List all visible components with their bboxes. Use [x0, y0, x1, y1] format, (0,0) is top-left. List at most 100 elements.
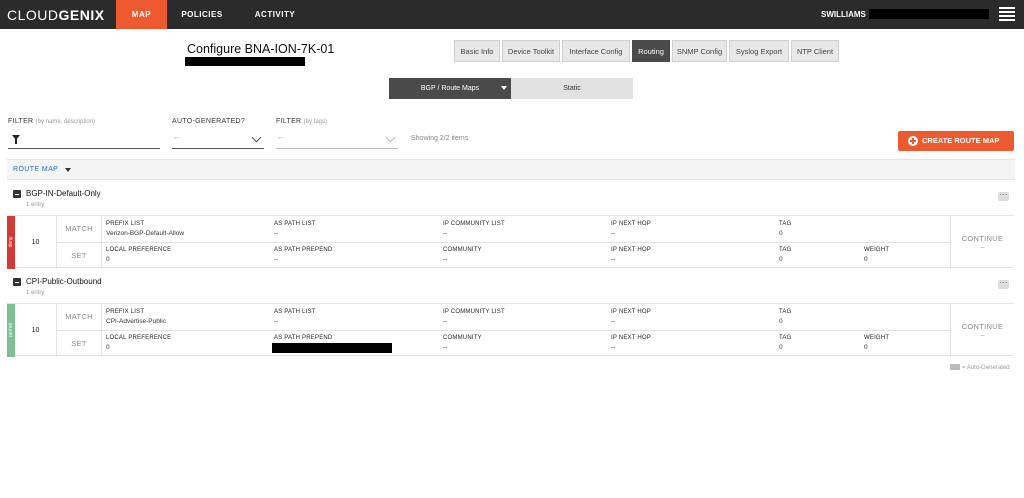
- entry-count: 1 entry: [26, 290, 45, 296]
- showing-count: Showing 2/2 items: [411, 135, 469, 142]
- set-ip-next-hop-value: --: [611, 256, 616, 263]
- route-map-header: ROUTE MAP: [7, 159, 1015, 180]
- as-path-list-header: AS PATH LIST: [274, 221, 316, 227]
- match-label: MATCH: [65, 224, 93, 233]
- ip-community-list-header: IP COMMUNITY LIST: [443, 309, 505, 315]
- redacted-block: [272, 343, 392, 353]
- tab-syslog-export[interactable]: Syslog Export: [729, 40, 789, 62]
- hamburger-menu-icon[interactable]: [999, 7, 1015, 21]
- username[interactable]: SWILLIAMS: [821, 10, 866, 19]
- route-map-entry: deny 10 MATCH SET PREFIX LIST Verizon-BG…: [7, 215, 1013, 269]
- local-preference-value: 0: [106, 344, 110, 351]
- entry-count: 1 entry: [26, 202, 45, 208]
- set-ip-next-hop-header: IP NEXT HOP: [611, 247, 651, 253]
- tab-basic-info[interactable]: Basic Info: [454, 40, 500, 62]
- create-route-map-button[interactable]: CREATE ROUTE MAP: [898, 131, 1014, 151]
- tag-value: 0: [779, 318, 783, 325]
- ip-community-list-value: --: [443, 318, 448, 325]
- continue-value: --: [980, 332, 985, 339]
- ip-community-list-value: --: [443, 230, 448, 237]
- cloudgenix-logo[interactable]: CLOUDGENIX: [7, 7, 105, 23]
- continue-label: CONTINUE: [961, 322, 1004, 331]
- community-header: COMMUNITY: [443, 247, 482, 253]
- chevron-down-icon: [251, 132, 262, 143]
- nav-tab-policies[interactable]: POLICIES: [172, 0, 232, 29]
- set-ip-next-hop-value: --: [611, 344, 616, 351]
- as-path-prepend-header: AS PATH PREPEND: [274, 247, 333, 253]
- set-ip-next-hop-header: IP NEXT HOP: [611, 335, 651, 341]
- filter-input[interactable]: [8, 130, 160, 149]
- nav-tab-activity[interactable]: ACTIVITY: [244, 0, 306, 29]
- route-map-name: BGP-IN-Default-Only: [26, 189, 101, 198]
- action-strip: deny: [7, 216, 15, 269]
- set-tag-value: 0: [779, 256, 783, 263]
- tab-snmp-config[interactable]: SNMP Config: [672, 40, 727, 62]
- tag-value: 0: [779, 230, 783, 237]
- redacted-block: [185, 57, 305, 66]
- set-tag-header: TAG: [779, 247, 792, 253]
- filter-label: FILTER (by name, description): [8, 118, 96, 125]
- community-value: --: [443, 256, 448, 263]
- match-label: MATCH: [65, 312, 93, 321]
- set-label: SET: [71, 251, 87, 260]
- weight-header: WEIGHT: [864, 335, 890, 341]
- continue-value: --: [980, 244, 985, 251]
- auto-generated-legend: = Auto-Generated: [950, 364, 1010, 371]
- as-path-list-value: --: [274, 230, 279, 237]
- weight-value: 0: [864, 344, 868, 351]
- tag-header: TAG: [779, 221, 792, 227]
- weight-header: WEIGHT: [864, 247, 890, 253]
- tab-device-toolkit[interactable]: Device Toolkit: [502, 40, 560, 62]
- row-divider: [57, 330, 950, 331]
- route-map-sort[interactable]: ROUTE MAP: [13, 166, 58, 173]
- collapse-icon[interactable]: [13, 278, 21, 286]
- segment-static[interactable]: Static: [511, 78, 633, 99]
- tab-routing[interactable]: Routing: [632, 40, 670, 62]
- tag-header: TAG: [779, 309, 792, 315]
- local-preference-header: LOCAL PREFERENCE: [106, 247, 172, 253]
- tab-ntp-client[interactable]: NTP Client: [791, 40, 839, 62]
- ip-next-hop-value: --: [611, 230, 616, 237]
- continue-cell: CONTINUE --: [950, 304, 1013, 357]
- caret-down-icon[interactable]: [65, 168, 71, 172]
- set-tag-value: 0: [779, 344, 783, 351]
- tags-filter-label: FILTER (by tags): [276, 118, 327, 125]
- continue-cell: CONTINUE --: [950, 216, 1013, 269]
- as-path-list-header: AS PATH LIST: [274, 309, 316, 315]
- filter-funnel-icon: [12, 135, 20, 144]
- route-map-name: CPI-Public-Outbound: [26, 277, 102, 286]
- set-tag-header: TAG: [779, 335, 792, 341]
- collapse-icon[interactable]: [13, 190, 21, 198]
- ip-next-hop-header: IP NEXT HOP: [611, 309, 651, 315]
- ip-next-hop-header: IP NEXT HOP: [611, 221, 651, 227]
- community-value: --: [443, 344, 448, 351]
- redacted-block: [869, 9, 989, 19]
- autogen-select[interactable]: --: [172, 130, 264, 149]
- prefix-list-value: Verizon-BGP-Default-Allow: [106, 230, 185, 237]
- tab-interface-config[interactable]: Interface Config: [562, 40, 630, 62]
- nav-tab-map[interactable]: MAP: [116, 0, 167, 29]
- local-preference-value: 0: [106, 256, 110, 263]
- as-path-list-value: --: [274, 318, 279, 325]
- community-header: COMMUNITY: [443, 335, 482, 341]
- page-title: Configure BNA-ION-7K-01: [187, 42, 335, 56]
- ip-community-list-header: IP COMMUNITY LIST: [443, 221, 505, 227]
- autogen-label: AUTO-GENERATED?: [172, 118, 246, 125]
- row-divider: [57, 242, 950, 243]
- more-options-icon[interactable]: ···: [998, 279, 1009, 289]
- chevron-down-icon: [385, 132, 396, 143]
- sequence-number: 10: [15, 304, 57, 357]
- ip-next-hop-value: --: [611, 318, 616, 325]
- more-options-icon[interactable]: ···: [998, 191, 1009, 201]
- segment-bgp-route-maps[interactable]: BGP / Route Maps: [389, 78, 511, 99]
- weight-value: 0: [864, 256, 868, 263]
- as-path-prepend-header: AS PATH PREPEND: [274, 335, 333, 341]
- column-divider: [101, 304, 102, 357]
- sequence-number: 10: [15, 216, 57, 269]
- tags-filter-select[interactable]: --: [276, 130, 398, 149]
- continue-label: CONTINUE: [961, 234, 1004, 243]
- action-strip: permit: [7, 304, 15, 357]
- local-preference-header: LOCAL PREFERENCE: [106, 335, 172, 341]
- as-path-prepend-value: --: [274, 256, 279, 263]
- set-label: SET: [71, 339, 87, 348]
